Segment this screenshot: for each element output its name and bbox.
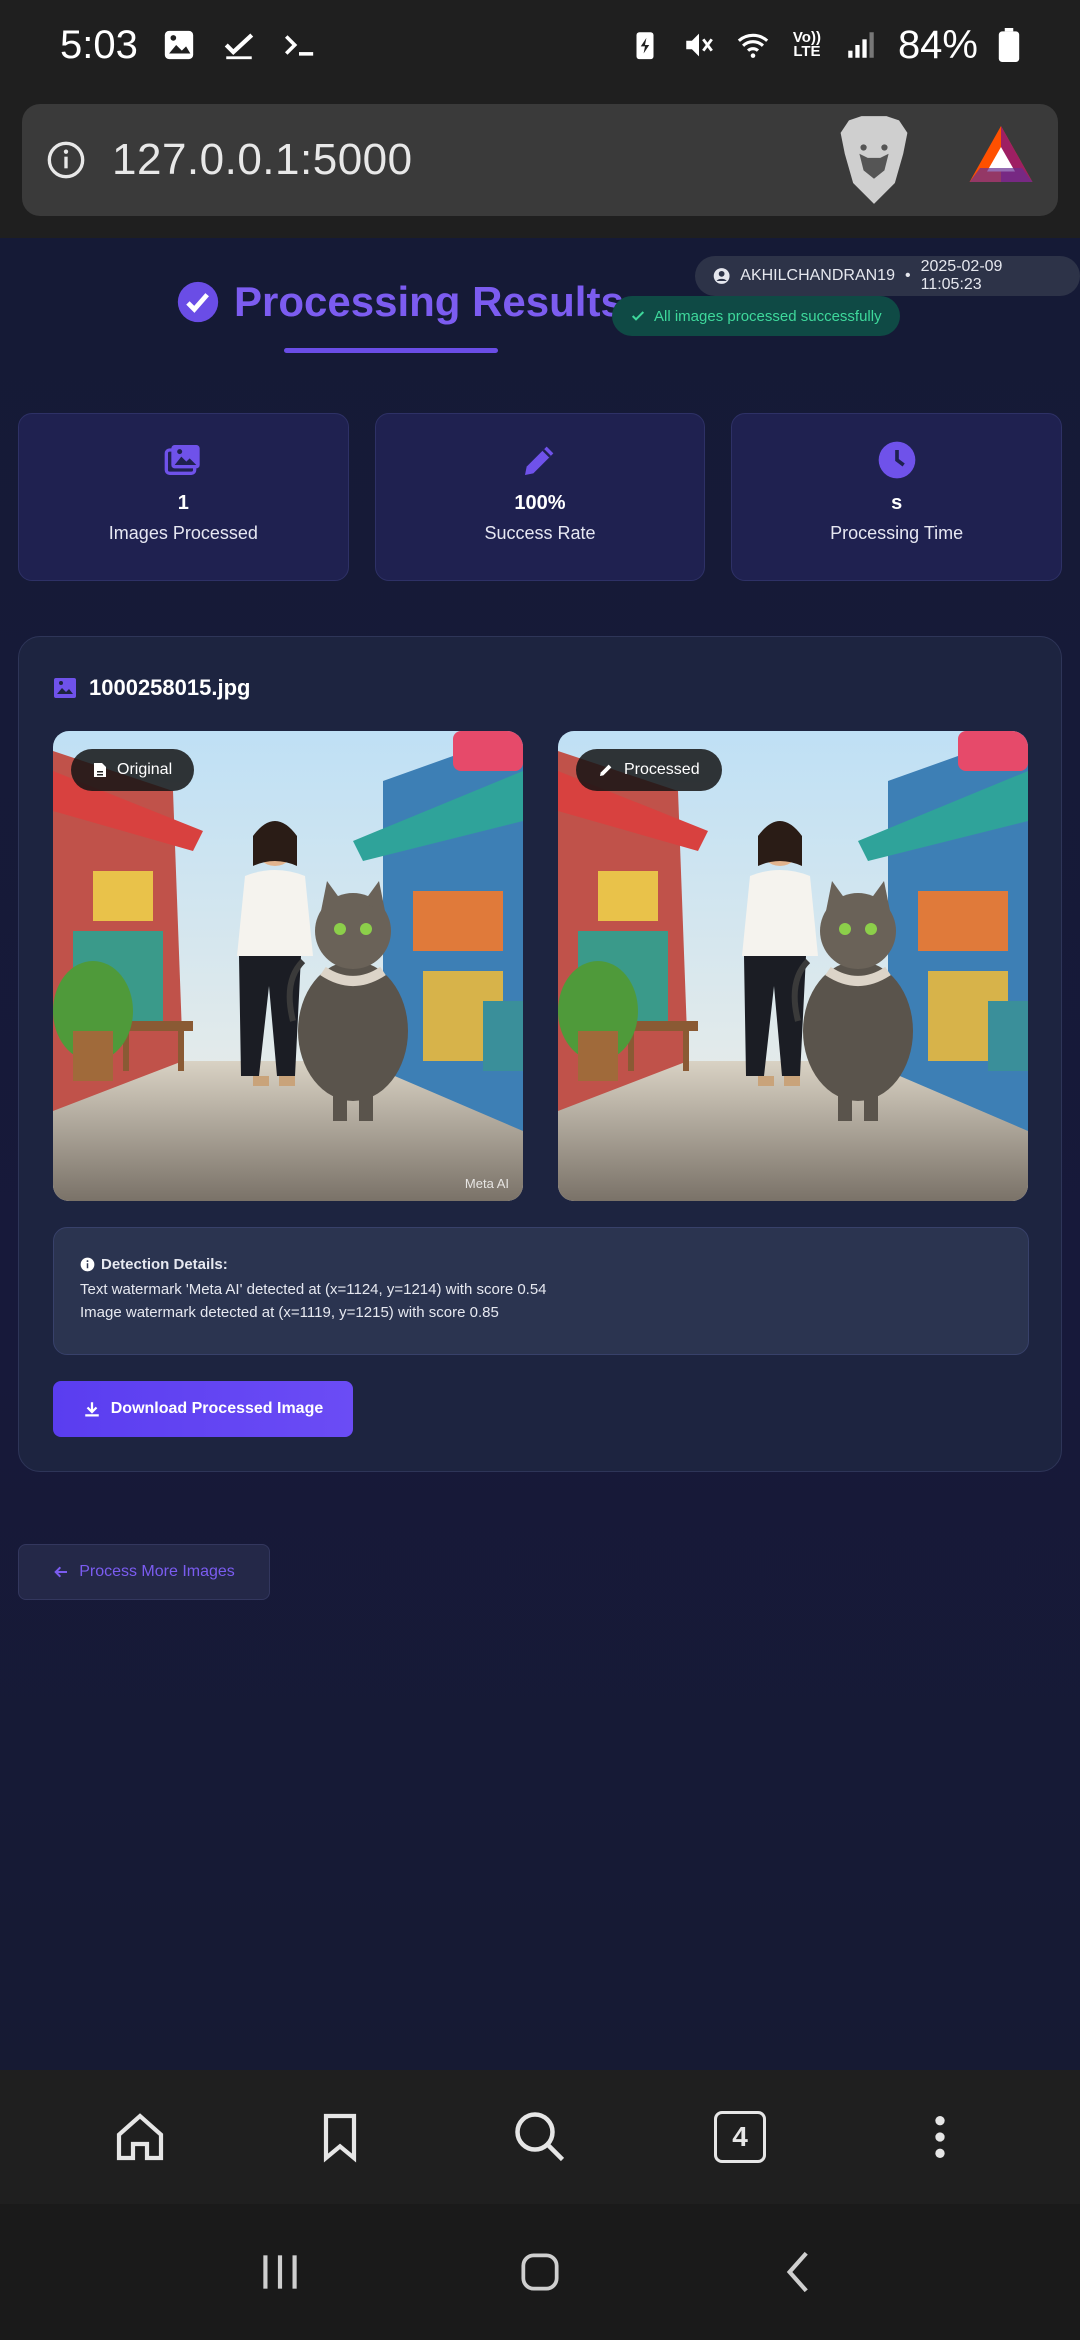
street-scene-image [53, 731, 523, 1201]
check-icon [631, 311, 645, 321]
status-bar: 5:03 Vo)) LTE 84% [0, 0, 1080, 90]
notification-icons [162, 28, 316, 62]
recents-button[interactable] [240, 2232, 320, 2312]
stat-processing-time: s Processing Time [731, 413, 1063, 581]
success-badge: All images processed successfully [612, 296, 900, 336]
timestamp: 2025-02-09 11:05:23 [920, 258, 1003, 293]
process-more-label: Process More Images [79, 1563, 235, 1580]
bookmark-icon [323, 2113, 357, 2163]
battery-saver-icon [636, 32, 654, 60]
user-chip: AKHILCHANDRAN19 • 2025-02-09 11:05:23 [695, 256, 1080, 296]
detail-line-image-watermark: Image watermark detected at (x=1119, y=1… [80, 1304, 499, 1321]
home-nav-button[interactable] [500, 2232, 580, 2312]
home-icon [116, 2113, 164, 2161]
bookmarks-button[interactable] [300, 2097, 380, 2177]
processed-label: Processed [624, 761, 700, 778]
brave-shields-icon[interactable] [832, 112, 916, 208]
download-button[interactable]: Download Processed Image [53, 1381, 353, 1437]
file-icon [94, 763, 106, 777]
search-button[interactable] [500, 2097, 580, 2177]
browser-bottom-toolbar: 4 [0, 2070, 1080, 2204]
tab-count: 4 [714, 2111, 766, 2163]
url-text[interactable]: 127.0.0.1:5000 [112, 135, 413, 185]
tabs-button[interactable]: 4 [700, 2097, 780, 2177]
file-header: 1000258015.jpg [53, 675, 250, 701]
stat-value: 100% [514, 492, 566, 514]
lte-indicator: Vo)) LTE [792, 29, 821, 60]
check-circle-icon [177, 281, 219, 323]
file-name: 1000258015.jpg [89, 675, 251, 700]
title-row: Processing Results [176, 278, 624, 326]
watermark-text: Meta AI [464, 1176, 509, 1191]
wifi-icon [737, 33, 769, 58]
download-label: Download Processed Image [110, 1400, 324, 1417]
street-scene-image [558, 731, 1028, 1201]
checklist-icon [224, 33, 254, 60]
stat-value: s [891, 492, 903, 514]
page-content: AKHILCHANDRAN19 • 2025-02-09 11:05:23 Pr… [0, 238, 1080, 2070]
clock-icon [878, 441, 916, 479]
original-image: Original Meta AI [53, 731, 523, 1201]
home-button[interactable] [100, 2097, 180, 2177]
result-card: 1000258015.jpg Original Meta AI Processe… [18, 636, 1062, 1472]
battery-icon [998, 28, 1020, 62]
page-title: Processing Results [234, 278, 624, 325]
recents-icon [263, 2255, 297, 2289]
stat-label: Processing Time [830, 523, 964, 543]
details-heading: Detection Details: [80, 1256, 1002, 1273]
processed-image: Processed [558, 731, 1028, 1201]
username: AKHILCHANDRAN19 [740, 267, 895, 284]
stat-label: Success Rate [484, 523, 596, 543]
success-text: All images processed successfully [654, 307, 882, 325]
signal-icon [848, 32, 874, 58]
pencil-icon [525, 446, 554, 475]
stat-value: 1 [177, 492, 189, 514]
battery-percent: 84% [897, 22, 978, 67]
gallery-icon [164, 30, 194, 60]
original-label: Original [117, 761, 173, 778]
stat-images-processed: 1 Images Processed [18, 413, 349, 581]
stats-row: 1 Images Processed 100% Success Rate s P… [18, 413, 1063, 581]
process-more-button[interactable]: Process More Images [18, 1544, 270, 1600]
info-icon [80, 1257, 95, 1272]
bat-rewards-icon[interactable] [966, 122, 1036, 186]
stat-success-rate: 100% Success Rate [374, 413, 706, 581]
mute-icon [686, 33, 713, 57]
status-time: 5:03 [60, 22, 138, 67]
info-icon[interactable] [46, 140, 86, 180]
detail-line-text-watermark: Text watermark 'Meta AI' detected at (x=… [80, 1281, 547, 1298]
home-circle-icon [521, 2253, 559, 2291]
search-icon [515, 2112, 565, 2162]
more-vert-icon [935, 2116, 945, 2158]
user-icon [713, 268, 730, 284]
menu-button[interactable] [900, 2097, 980, 2177]
processed-badge: Processed [576, 749, 722, 791]
stat-label: Images Processed [108, 523, 258, 543]
arrow-left-icon [54, 1566, 68, 1578]
browser-top-bar: 127.0.0.1:5000 [0, 90, 1080, 238]
details-title: Detection Details: [101, 1256, 228, 1273]
image-icon [54, 678, 76, 698]
system-nav-bar [0, 2204, 1080, 2340]
title-underline [284, 348, 498, 353]
images-icon [164, 445, 200, 475]
pencil-icon [600, 764, 612, 776]
chip-separator: • [904, 267, 911, 284]
original-badge: Original [71, 749, 195, 791]
detection-details: Detection Details: Text watermark 'Meta … [53, 1227, 1029, 1355]
terminal-icon [284, 35, 314, 56]
address-bar[interactable]: 127.0.0.1:5000 [22, 104, 1058, 216]
back-icon [786, 2251, 808, 2293]
back-button[interactable] [760, 2232, 840, 2312]
download-icon [84, 1402, 99, 1417]
